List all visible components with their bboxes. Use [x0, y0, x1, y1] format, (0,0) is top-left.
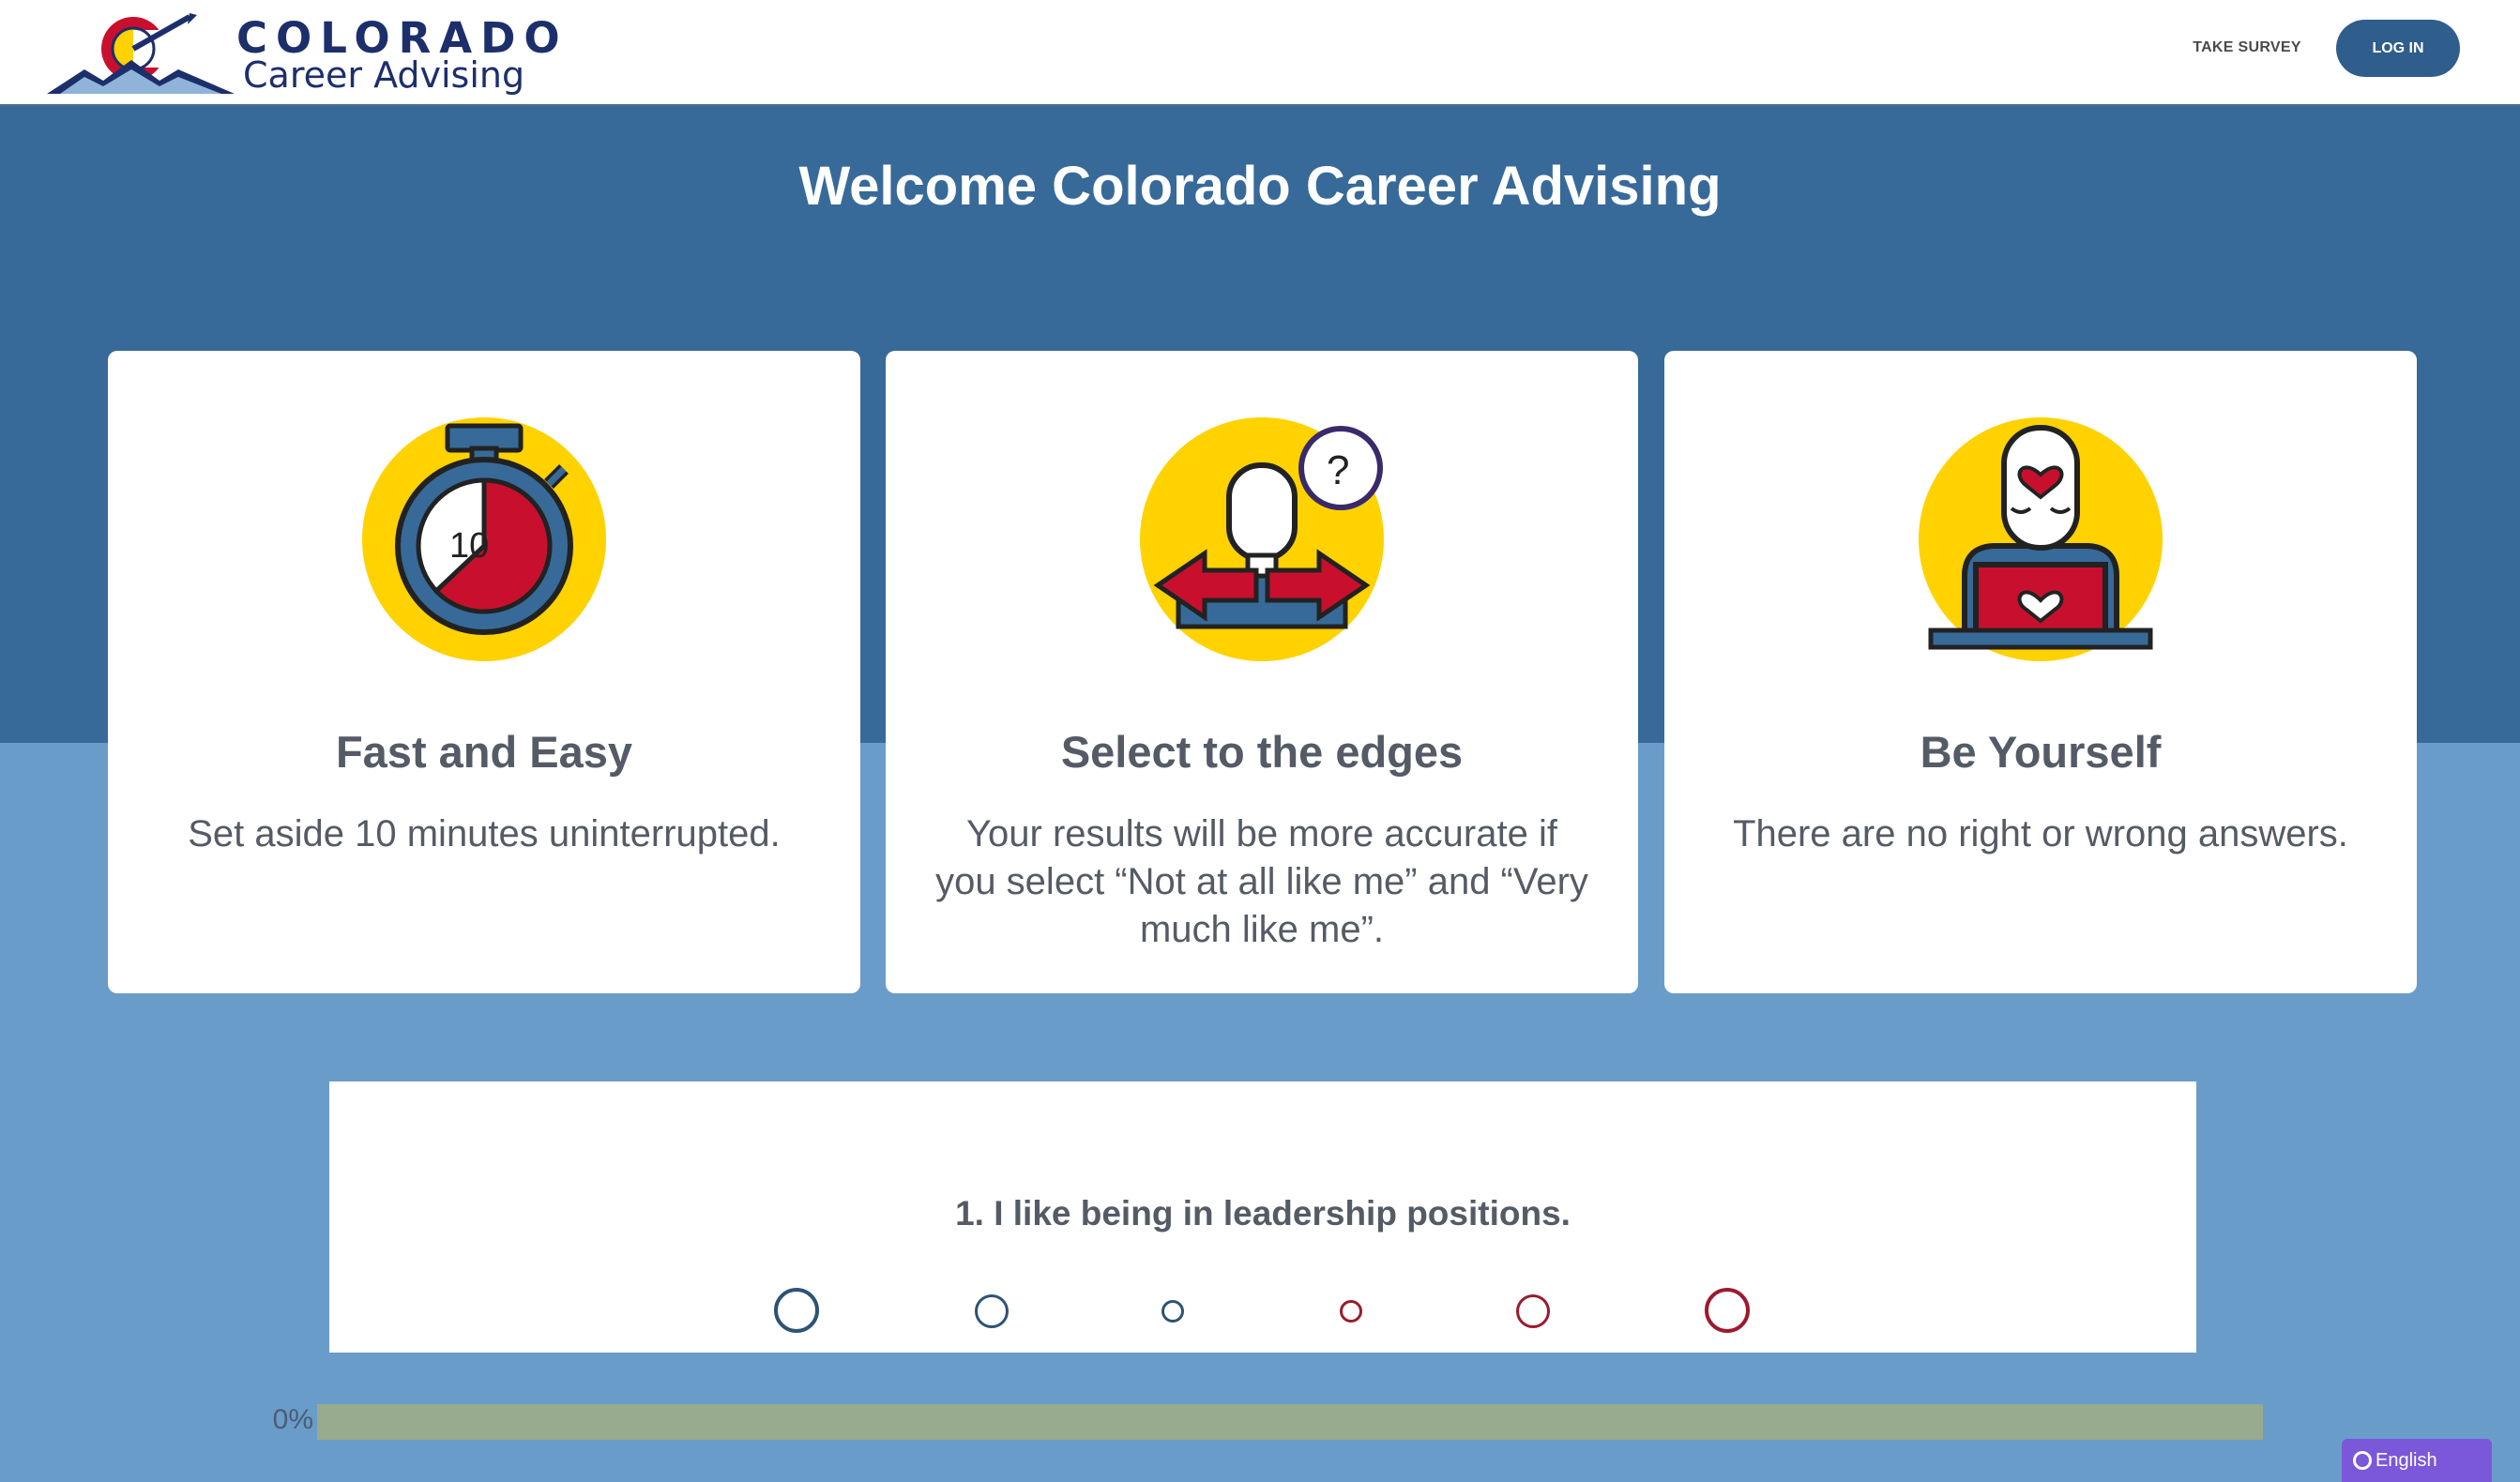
login-button[interactable]: LOG IN	[2336, 20, 2460, 77]
person-heart-icon	[1918, 416, 2163, 662]
site-header: COLORADO Career Advising TAKE SURVEY LOG…	[0, 0, 2520, 106]
svg-text:10: 10	[449, 526, 489, 566]
card-title: Select to the edges	[1060, 727, 1464, 777]
info-card-be-yourself: Be Yourself There are no right or wrong …	[1664, 351, 2417, 993]
answer-option-2[interactable]	[975, 1294, 1009, 1328]
answer-option-1[interactable]	[774, 1288, 819, 1333]
logo-subtitle: Career Advising	[243, 54, 525, 96]
answer-option-5[interactable]	[1516, 1294, 1550, 1328]
answer-option-3[interactable]	[1161, 1300, 1184, 1323]
card-text: Set aside 10 minutes uninterrupted.	[188, 813, 781, 854]
language-button[interactable]: English	[2342, 1439, 2492, 1482]
survey-question-panel: 1. I like being in leadership positions.	[329, 1081, 2196, 1353]
card-title: Fast and Easy	[335, 727, 633, 777]
colorado-logo-icon	[47, 13, 235, 94]
progress-bar	[317, 1404, 2263, 1440]
question-text: 1. I like being in leadership positions.	[955, 1194, 1571, 1232]
stopwatch-icon: 10	[361, 416, 607, 662]
card-title: Be Yourself	[1920, 727, 2162, 777]
person-question-icon: ?	[1139, 416, 1385, 662]
card-text: There are no right or wrong answers.	[1733, 813, 2348, 854]
progress-label: 0%	[272, 1404, 313, 1435]
card-text: Your results will be more accurate if yo…	[935, 813, 1588, 950]
svg-text:?: ?	[1327, 447, 1349, 493]
info-card-fast-easy: 10 Fast and Easy Set aside 10 minutes un…	[108, 351, 860, 993]
globe-icon	[2353, 1451, 2372, 1470]
language-label: English	[2376, 1450, 2437, 1471]
page-title: Welcome Colorado Career Advising	[798, 156, 1722, 217]
answer-option-6[interactable]	[1705, 1288, 1750, 1333]
take-survey-link[interactable]: TAKE SURVEY	[2158, 32, 2336, 64]
site-logo[interactable]: COLORADO Career Advising	[47, 11, 572, 98]
info-card-select-edges: ? Select to the edges Your results will …	[886, 351, 1638, 993]
answer-option-4[interactable]	[1340, 1300, 1362, 1323]
